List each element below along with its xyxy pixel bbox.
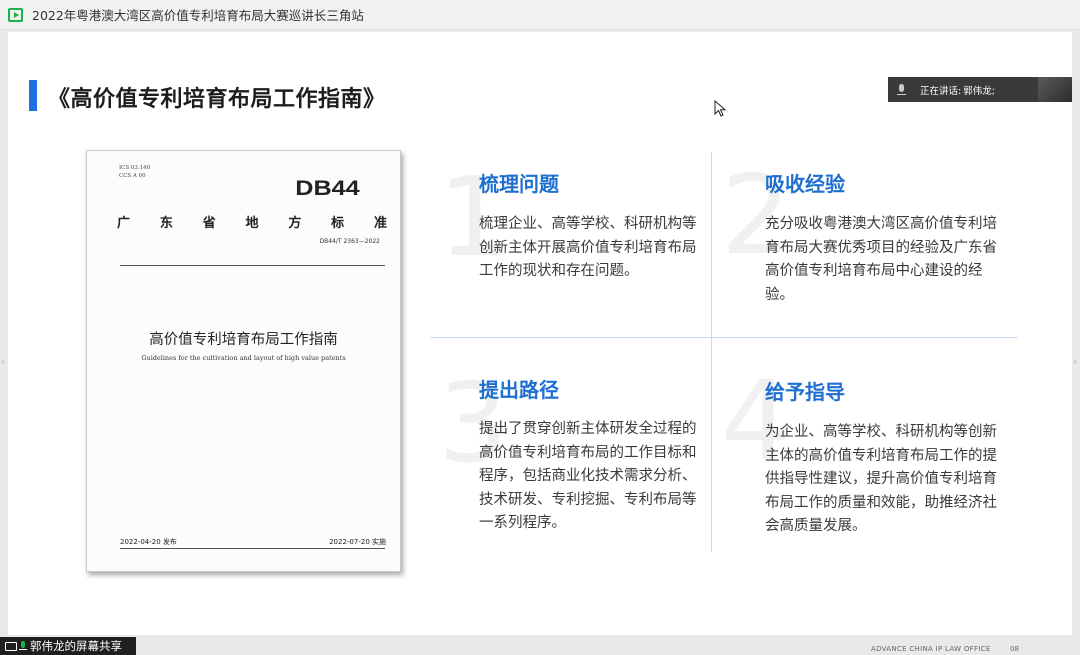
panel-text: 梳理企业、高等学校、科研机构等创新主体开展高价值专利培育布局工作的现状和存在问题… [479,216,697,279]
screen-share-icon [5,641,17,651]
panel-text: 提出了贯穿创新主体研发全过程的高价值专利培育布局的工作目标和程序，包括商业化技术… [479,421,697,531]
title-accent-bar [29,80,37,111]
standard-document-cover: ICS 03.140 CCS A 00 DB44 广 东 省 地 方 标 准 D… [86,150,401,572]
panel-text: 充分吸收粤港澳大湾区高价值专利培育布局大赛优秀项目的经验及广东省高价值专利培育布… [765,216,997,303]
divider [120,265,385,266]
panel-title: 梳理问题 [479,172,559,196]
chevron-left-icon[interactable]: ‹ [1,355,5,368]
issue-date: 2022-04-20 发布 [120,538,177,546]
panel-title: 提出路径 [479,378,559,402]
standard-type: 广 东 省 地 方 标 准 [117,216,387,231]
active-speaker-indicator: 正在讲话: 郭伟龙; [888,77,1072,102]
speaker-video-thumbnail[interactable] [1038,77,1072,102]
window-title: 2022年粤港澳大湾区高价值专利培育布局大赛巡讲长三角站 [32,8,364,23]
chevron-right-icon[interactable]: › [1073,355,1077,368]
panel-title: 给予指导 [765,380,845,404]
slide-title: 《高价值专利培育布局工作指南》 [48,87,386,112]
footer-organization: ADVANCE CHINA IP LAW OFFICE [871,645,991,653]
ics-code: ICS 03.140 CCS A 00 [119,165,151,179]
microphone-icon [19,640,27,652]
vertical-divider [711,152,712,552]
microphone-icon [897,83,906,96]
speaker-name: 郭伟龙; [963,85,995,97]
implement-date: 2022-07-20 实施 [329,538,386,546]
standard-number: DB44/T 2363—2022 [319,238,380,245]
play-icon [8,7,23,22]
document-subtitle: Guidelines for the cultivation and layou… [141,354,346,362]
mouse-cursor-icon [714,100,727,117]
speaking-label: 正在讲话: [920,85,962,97]
page-number: 08 [1010,645,1019,653]
window-title-bar: 2022年粤港澳大湾区高价值专利培育布局大赛巡讲长三角站 [0,0,1080,30]
screen-share-label[interactable]: 郭伟龙的屏幕共享 [0,637,136,655]
document-title: 高价值专利培育布局工作指南 [149,332,338,348]
horizontal-divider [430,337,1018,338]
panel-title: 吸收经验 [765,172,845,196]
panel-text: 为企业、高等学校、科研机构等创新主体的高价值专利培育布局工作的提供指导性建议，提… [765,424,997,534]
db-code: DB44 [295,177,360,200]
divider [120,548,385,549]
screen-share-text: 郭伟龙的屏幕共享 [30,639,122,653]
